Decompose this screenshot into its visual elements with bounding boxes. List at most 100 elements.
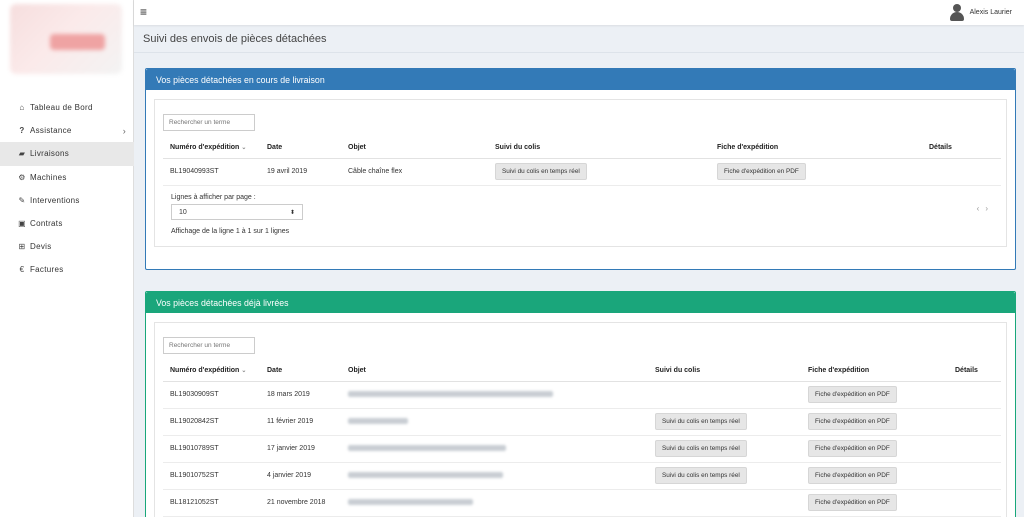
column-suivi[interactable]: Suivi du colis [488,138,710,159]
sidebar-item-interventions[interactable]: ✎ Interventions [0,189,134,212]
cell-date: 21 novembre 2018 [260,489,341,517]
table-container: Numéro d'expédition⌄ Date Objet Suivi du… [154,99,1007,247]
sidebar: ⌂ Tableau de Bord ? Assistance › ▰ Livraison… [0,0,134,517]
table-row: BL18121052ST 21 novembre 2018 Fiche d'ex… [163,489,1001,517]
user-menu[interactable]: Alexis Laurier [949,3,1012,21]
cell-date: 19 avril 2019 [260,158,341,186]
next-page-icon[interactable]: › [985,204,994,213]
cell-details[interactable] [948,408,1001,436]
sidebar-item-contrats[interactable]: ▣ Contrats [0,212,134,235]
sidebar-item-label: Assistance [30,126,72,136]
sidebar-item-label: Tableau de Bord [30,103,93,113]
euro-icon: € [19,265,25,275]
table-row: BL19030909ST 18 mars 2019 Fiche d'expédi… [163,381,1001,409]
cell-details[interactable] [948,435,1001,463]
sidebar-item-label: Livraisons [30,149,70,159]
suivi-colis-button[interactable]: Suivi du colis en temps réel [495,163,587,180]
redacted-text [348,445,506,452]
column-details[interactable]: Détails [948,361,1001,382]
question-icon: ? [19,126,25,136]
select-arrows-icon: ⬍ [289,209,295,216]
search-input[interactable] [163,337,255,354]
panel-deja-livrees: Vos pièces détachées déjà livrées Numéro… [145,291,1016,517]
briefcase-icon: ▣ [18,219,26,229]
sidebar-item-label: Interventions [30,195,80,205]
table-container: Numéro d'expédition⌄ Date Objet Suivi du… [154,322,1007,517]
suivi-colis-button[interactable]: Suivi du colis en temps réel [655,467,747,484]
sidebar-item-label: Machines [30,172,67,182]
top-bar: ≡ Alexis Laurier [134,0,1024,25]
lines-per-page-label: Lignes à afficher par page : [171,194,256,201]
search-input[interactable] [163,114,255,131]
redacted-text [348,418,408,425]
column-numero[interactable]: Numéro d'expédition ⌄ [163,138,260,159]
sidebar-item-label: Factures [30,265,64,275]
table-row: BL19020842ST 11 février 2019 Suivi du co… [163,408,1001,436]
sidebar-item-label: Devis [30,242,52,252]
table-header-row: Numéro d'expédition ⌄ Date Objet Suivi du… [163,361,1001,382]
fiche-pdf-button[interactable]: Fiche d'expédition en PDF [717,163,806,180]
hamburger-menu-icon[interactable]: ≡ [140,5,147,19]
cell-numero: BL19020842ST [163,408,260,436]
sidebar-nav: ⌂ Tableau de Bord ? Assistance › ▰ Livraison… [0,96,134,282]
suivi-colis-button[interactable]: Suivi du colis en temps réel [655,440,747,457]
panel-title: Vos pièces détachées déjà livrées [146,292,1015,313]
fiche-pdf-button[interactable]: Fiche d'expédition en PDF [808,467,897,484]
column-numero[interactable]: Numéro d'expédition ⌄ [163,361,260,382]
truck-icon: ▰ [18,149,26,159]
cell-details[interactable] [948,489,1001,517]
sort-icon[interactable]: ⌄ [241,368,246,374]
column-suivi[interactable]: Suivi du colis [648,361,801,382]
fiche-pdf-button[interactable]: Fiche d'expédition en PDF [808,413,897,430]
column-objet[interactable]: Objet [341,361,648,382]
gears-icon: ⚙ [18,172,26,182]
cell-numero: BL19040993ST [163,158,260,186]
cell-date: 17 janvier 2019 [260,435,341,463]
sidebar-item-assistance[interactable]: ? Assistance › [0,119,134,142]
lines-per-page-select[interactable]: 10 ⬍ [171,204,303,220]
column-fiche[interactable]: Fiche d'expédition [801,361,948,382]
column-objet[interactable]: Objet [341,138,488,159]
user-name: Alexis Laurier [969,8,1012,16]
sidebar-item-devis[interactable]: ⊞ Devis [0,235,134,258]
fiche-pdf-button[interactable]: Fiche d'expédition en PDF [808,440,897,457]
home-icon: ⌂ [19,103,25,113]
cell-numero: BL19030909ST [163,381,260,409]
fiche-pdf-button[interactable]: Fiche d'expédition en PDF [808,494,897,511]
cell-date: 4 janvier 2019 [260,462,341,490]
title-divider [134,52,1024,53]
column-fiche[interactable]: Fiche d'expédition [710,138,922,159]
cell-objet [341,381,648,409]
cell-numero: BL19010752ST [163,462,260,490]
cell-numero: BL19010789ST [163,435,260,463]
sidebar-item-label: Contrats [30,219,63,229]
cell-suivi [648,381,801,409]
column-date[interactable]: Date [260,138,341,159]
cell-suivi [648,489,801,517]
cell-details[interactable] [922,158,1001,186]
table-row: BL19010752ST 4 janvier 2019 Suivi du col… [163,462,1001,490]
column-date[interactable]: Date [260,361,341,382]
column-details[interactable]: Détails [922,138,1001,159]
suivi-colis-button[interactable]: Suivi du colis en temps réel [655,413,747,430]
cell-objet [341,489,648,517]
wrench-icon: ✎ [18,195,26,205]
cell-details[interactable] [948,381,1001,409]
cell-objet [341,435,648,463]
cell-date: 18 mars 2019 [260,381,341,409]
sidebar-item-factures[interactable]: € Factures [0,258,134,281]
sidebar-item-livraisons[interactable]: ▰ Livraisons [0,142,134,166]
sidebar-item-tableau-de-bord[interactable]: ⌂ Tableau de Bord [0,96,134,119]
sort-icon[interactable]: ⌄ [241,145,246,151]
fiche-pdf-button[interactable]: Fiche d'expédition en PDF [808,386,897,403]
cell-details[interactable] [948,462,1001,490]
cell-objet [341,408,648,436]
pagination: ‹› [977,204,994,213]
page-title: Suivi des envois de pièces détachées [143,33,327,45]
sidebar-item-machines[interactable]: ⚙ Machines [0,166,134,189]
cell-date: 11 février 2019 [260,408,341,436]
table-row: BL19010789ST 17 janvier 2019 Suivi du co… [163,435,1001,463]
company-logo[interactable] [10,4,122,74]
redacted-text [348,391,553,398]
table-livrees: Numéro d'expédition ⌄ Date Objet Suivi du… [163,361,1001,517]
